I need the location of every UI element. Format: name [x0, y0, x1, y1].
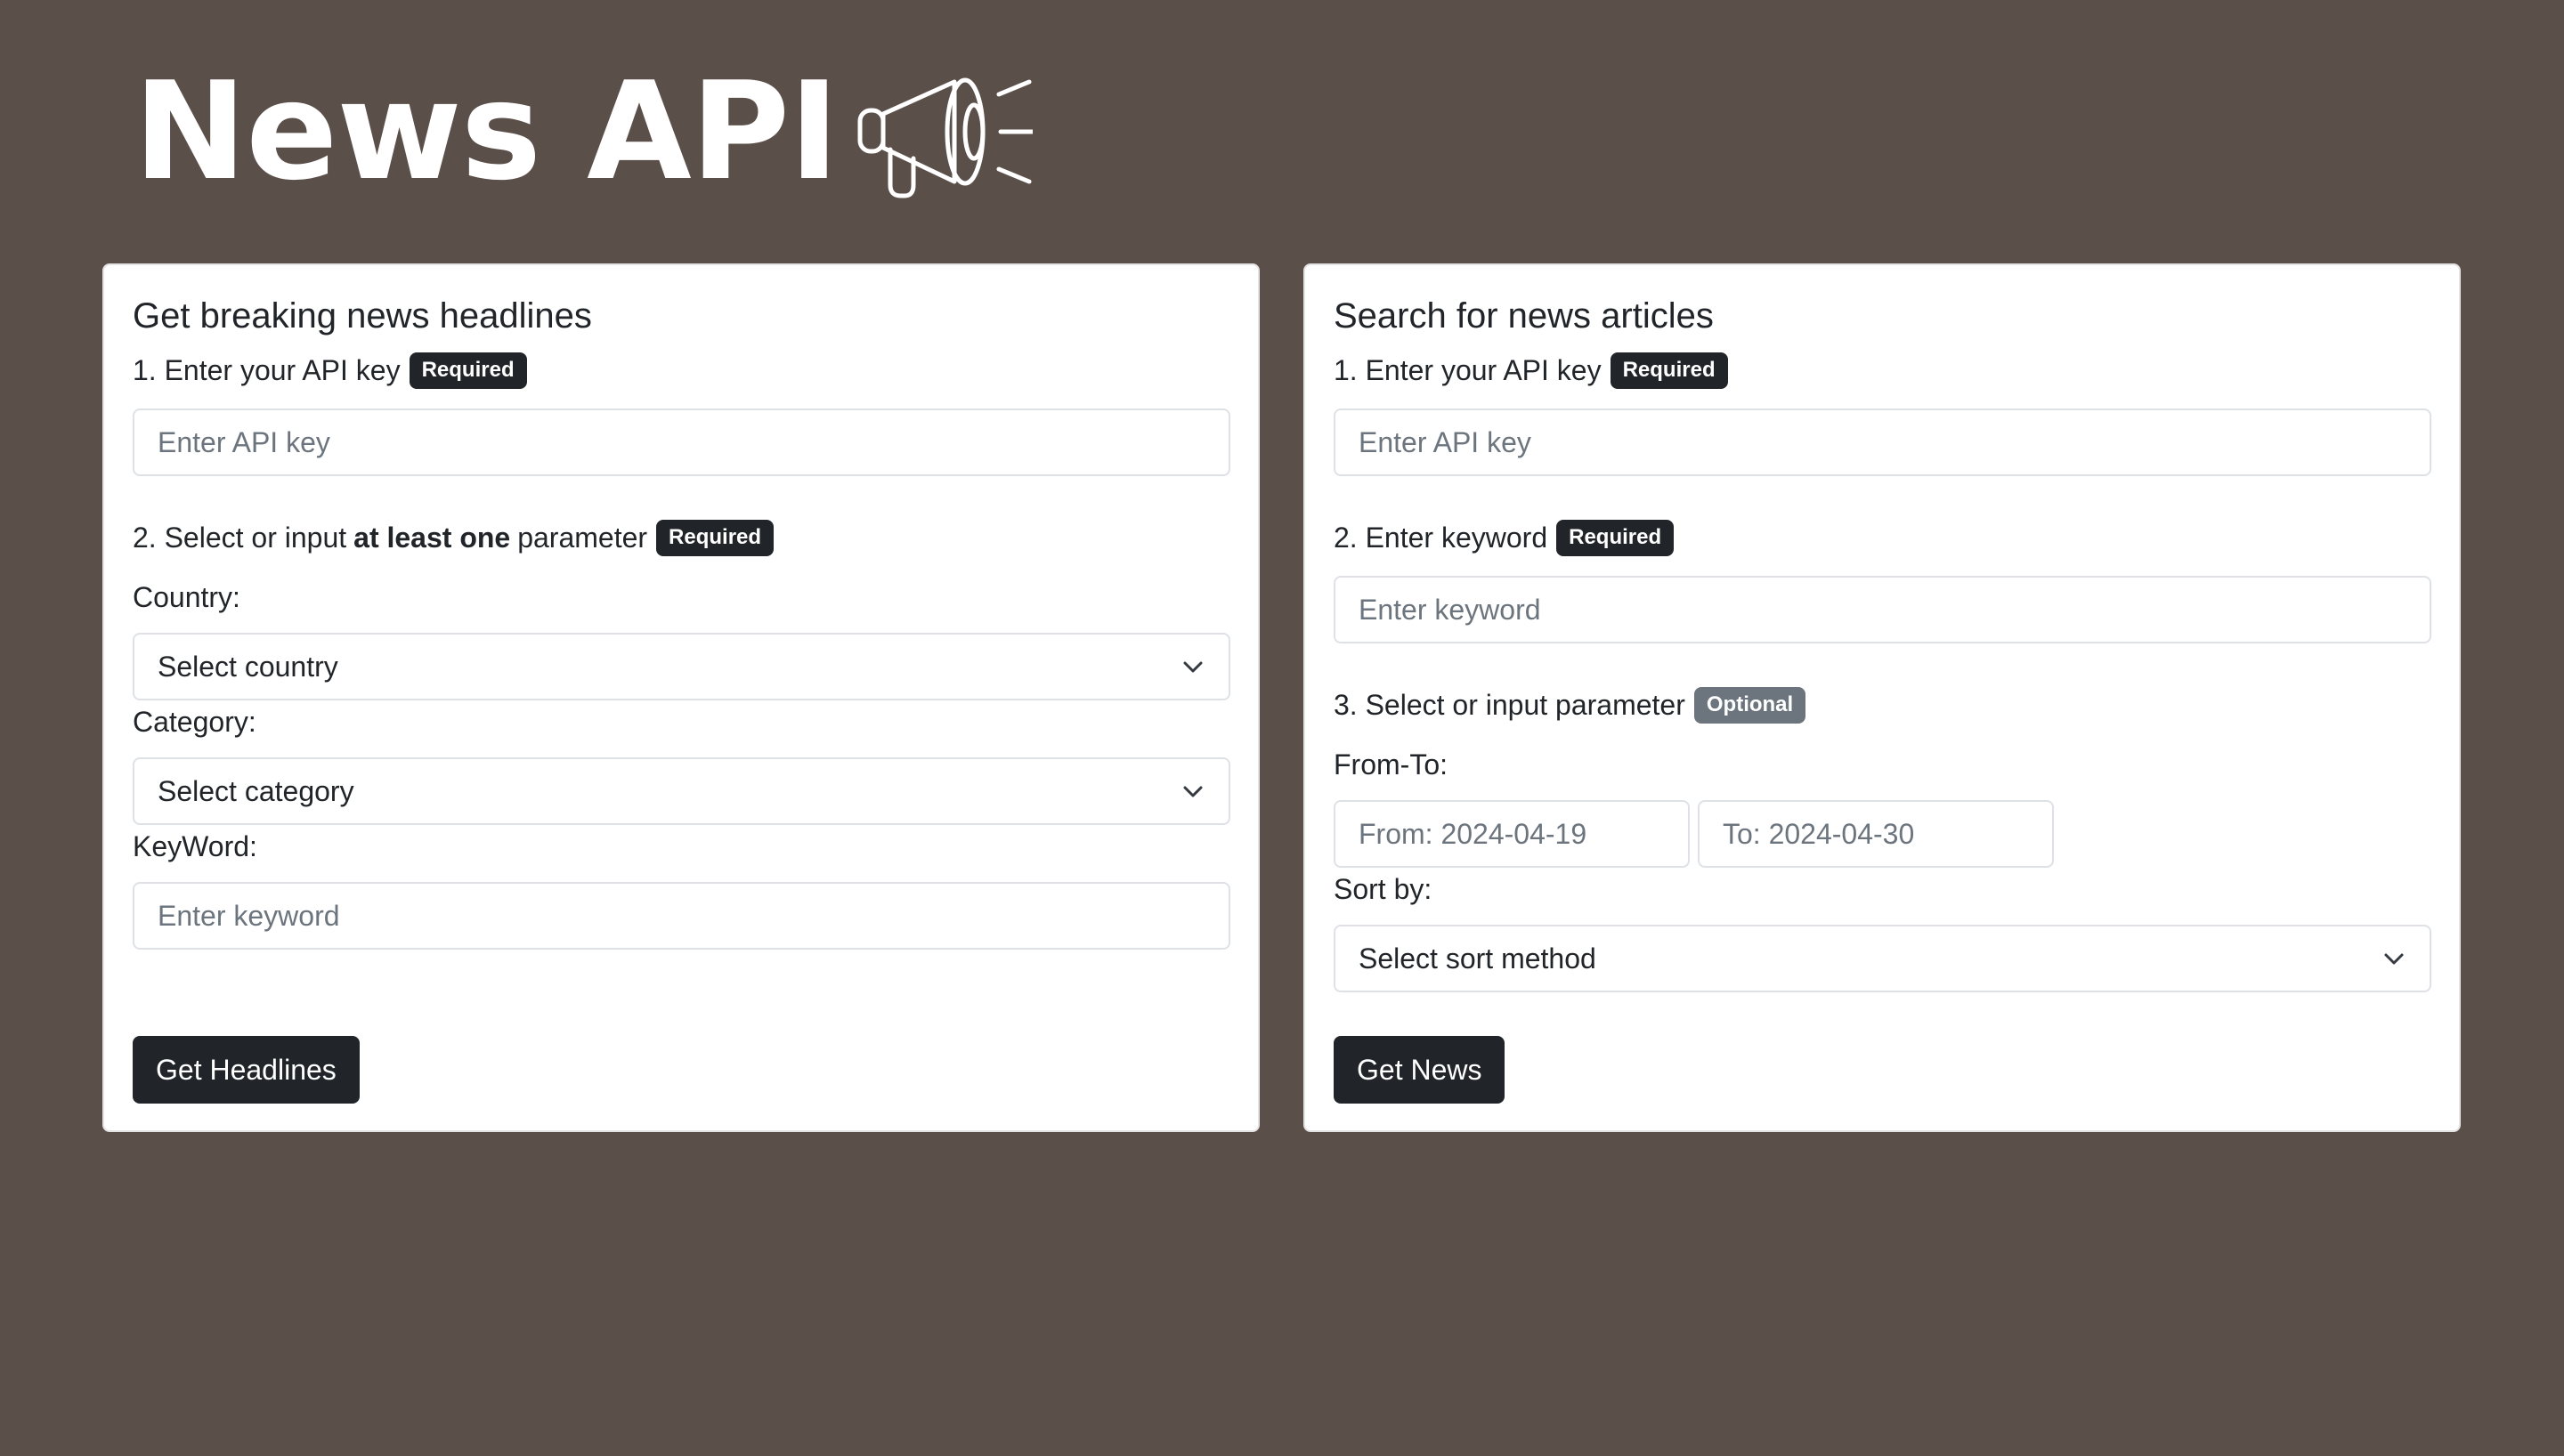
from-to-label: From-To: [1334, 748, 1448, 781]
required-badge: Required [1556, 520, 1675, 556]
optional-badge: Optional [1693, 687, 1806, 724]
headlines-parameter-emphasis: at least one [353, 522, 511, 554]
country-select[interactable]: Select country [133, 633, 1230, 700]
keyword-label: KeyWord: [133, 830, 257, 862]
get-headlines-button[interactable]: Get Headlines [133, 1036, 360, 1104]
required-badge: Required [1610, 352, 1728, 389]
search-api-key-input[interactable] [1334, 408, 2431, 476]
search-parameter-label: 3. Select or input parameter Optional [1334, 687, 1806, 724]
required-badge: Required [409, 352, 527, 389]
country-select-value: Select country [158, 650, 338, 683]
search-keyword-label: 2. Enter keyword Required [1334, 520, 1675, 556]
chevron-down-icon [1183, 786, 1203, 797]
category-select[interactable]: Select category [133, 757, 1230, 825]
logo: News API [134, 52, 1033, 212]
chevron-down-icon [1183, 661, 1203, 673]
search-parameter-label-text: 3. Select or input parameter [1334, 689, 1685, 722]
from-date-input[interactable] [1334, 800, 1690, 868]
sort-select[interactable]: Select sort method [1334, 925, 2431, 992]
headlines-api-key-label-text: 1. Enter your API key [133, 354, 401, 387]
search-keyword-input[interactable] [1334, 576, 2431, 643]
required-badge: Required [656, 520, 775, 556]
category-select-value: Select category [158, 774, 354, 807]
headlines-title: Get breaking news headlines [133, 296, 592, 336]
chevron-down-icon [2384, 953, 2404, 965]
search-api-key-label: 1. Enter your API key Required [1334, 352, 1728, 389]
headlines-parameter-prefix: 2. Select or input [133, 522, 347, 554]
headlines-api-key-label: 1. Enter your API key Required [133, 352, 527, 389]
headlines-parameter-label: 2. Select or input at least one paramete… [133, 520, 775, 556]
sort-by-label: Sort by: [1334, 873, 1432, 905]
megaphone-icon [857, 77, 1033, 198]
to-date-input[interactable] [1698, 800, 2054, 868]
logo-text: News API [134, 53, 840, 210]
country-label: Country: [133, 581, 240, 613]
category-label: Category: [133, 706, 256, 738]
headlines-keyword-input[interactable] [133, 882, 1230, 950]
search-card: Search for news articles 1. Enter your A… [1303, 263, 2461, 1132]
sort-select-value: Select sort method [1359, 942, 1596, 975]
headlines-card: Get breaking news headlines 1. Enter you… [102, 263, 1260, 1132]
search-api-key-label-text: 1. Enter your API key [1334, 354, 1602, 387]
headlines-api-key-input[interactable] [133, 408, 1230, 476]
get-news-button[interactable]: Get News [1334, 1036, 1505, 1104]
search-title: Search for news articles [1334, 296, 1714, 336]
search-keyword-label-text: 2. Enter keyword [1334, 522, 1548, 554]
headlines-parameter-suffix: parameter [517, 522, 648, 554]
